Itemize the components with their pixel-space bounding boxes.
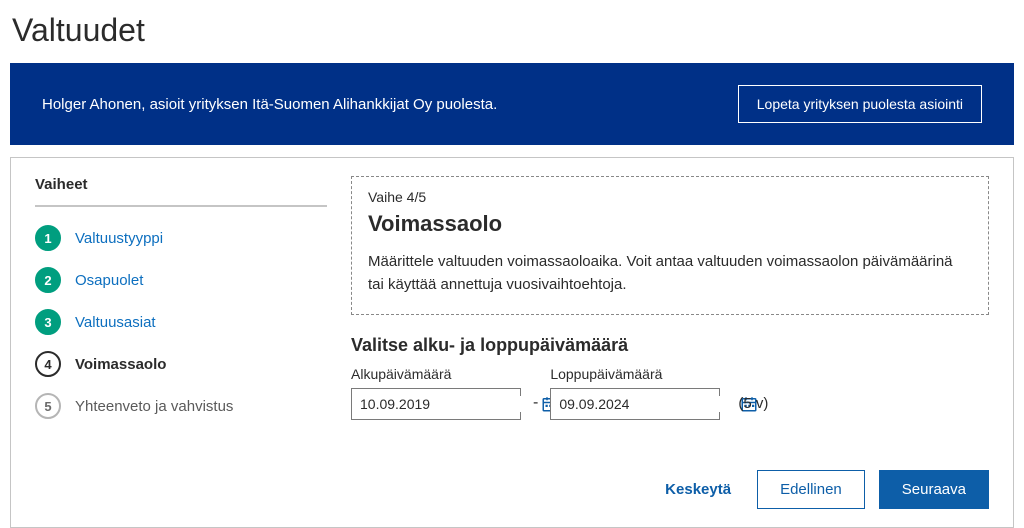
start-date-input-wrap[interactable] — [351, 388, 521, 420]
step-label-1: Valtuustyyppi — [75, 230, 163, 247]
step-number-4: 4 — [35, 351, 61, 377]
main-description: Määrittele valtuuden voimassaoloaika. Vo… — [368, 251, 972, 296]
page-title: Valtuudet — [12, 12, 1014, 49]
duration-text: (5 v) — [738, 395, 768, 420]
main-title: Voimassaolo — [368, 211, 972, 237]
cancel-button[interactable]: Keskeytä — [653, 471, 743, 508]
previous-button[interactable]: Edellinen — [757, 470, 865, 509]
step-header-box: Vaihe 4/5 Voimassaolo Määrittele valtuud… — [351, 176, 989, 315]
step-voimassaolo[interactable]: 4 Voimassaolo — [35, 351, 327, 377]
steps-list: 1 Valtuustyyppi 2 Osapuolet 3 Valtuusasi… — [35, 225, 327, 419]
stop-acting-button[interactable]: Lopeta yrityksen puolesta asiointi — [738, 85, 982, 123]
date-row: Alkupäivämäärä - — [351, 366, 989, 420]
banner-text: Holger Ahonen, asioit yrityksen Itä-Suom… — [42, 96, 497, 113]
start-date-group: Alkupäivämäärä — [351, 366, 521, 420]
step-indicator: Vaihe 4/5 — [368, 189, 972, 205]
start-date-input[interactable] — [360, 396, 541, 412]
end-date-label: Loppupäivämäärä — [550, 366, 720, 382]
step-label-4: Voimassaolo — [75, 356, 166, 373]
next-button[interactable]: Seuraava — [879, 470, 989, 509]
step-label-5: Yhteenveto ja vahvistus — [75, 398, 233, 415]
step-valtuustyyppi[interactable]: 1 Valtuustyyppi — [35, 225, 327, 251]
step-number-2: 2 — [35, 267, 61, 293]
start-date-label: Alkupäivämäärä — [351, 366, 521, 382]
acting-on-behalf-banner: Holger Ahonen, asioit yrityksen Itä-Suom… — [10, 63, 1014, 145]
step-osapuolet[interactable]: 2 Osapuolet — [35, 267, 327, 293]
step-yhteenveto[interactable]: 5 Yhteenveto ja vahvistus — [35, 393, 327, 419]
content-card: Vaiheet 1 Valtuustyyppi 2 Osapuolet 3 Va… — [10, 157, 1014, 528]
action-bar: Keskeytä Edellinen Seuraava — [351, 470, 989, 509]
end-date-group: Loppupäivämäärä — [550, 366, 720, 420]
sidebar-title: Vaiheet — [35, 176, 327, 207]
main-content: Vaihe 4/5 Voimassaolo Määrittele valtuud… — [351, 158, 1013, 527]
end-date-input-wrap[interactable] — [550, 388, 720, 420]
steps-sidebar: Vaiheet 1 Valtuustyyppi 2 Osapuolet 3 Va… — [11, 158, 351, 527]
date-section-title: Valitse alku- ja loppupäivämäärä — [351, 335, 989, 356]
step-number-3: 3 — [35, 309, 61, 335]
date-range-separator: - — [533, 394, 538, 420]
step-label-3: Valtuusasiat — [75, 314, 156, 331]
step-number-5: 5 — [35, 393, 61, 419]
end-date-input[interactable] — [559, 396, 740, 412]
step-valtuusasiat[interactable]: 3 Valtuusasiat — [35, 309, 327, 335]
step-label-2: Osapuolet — [75, 272, 143, 289]
step-number-1: 1 — [35, 225, 61, 251]
